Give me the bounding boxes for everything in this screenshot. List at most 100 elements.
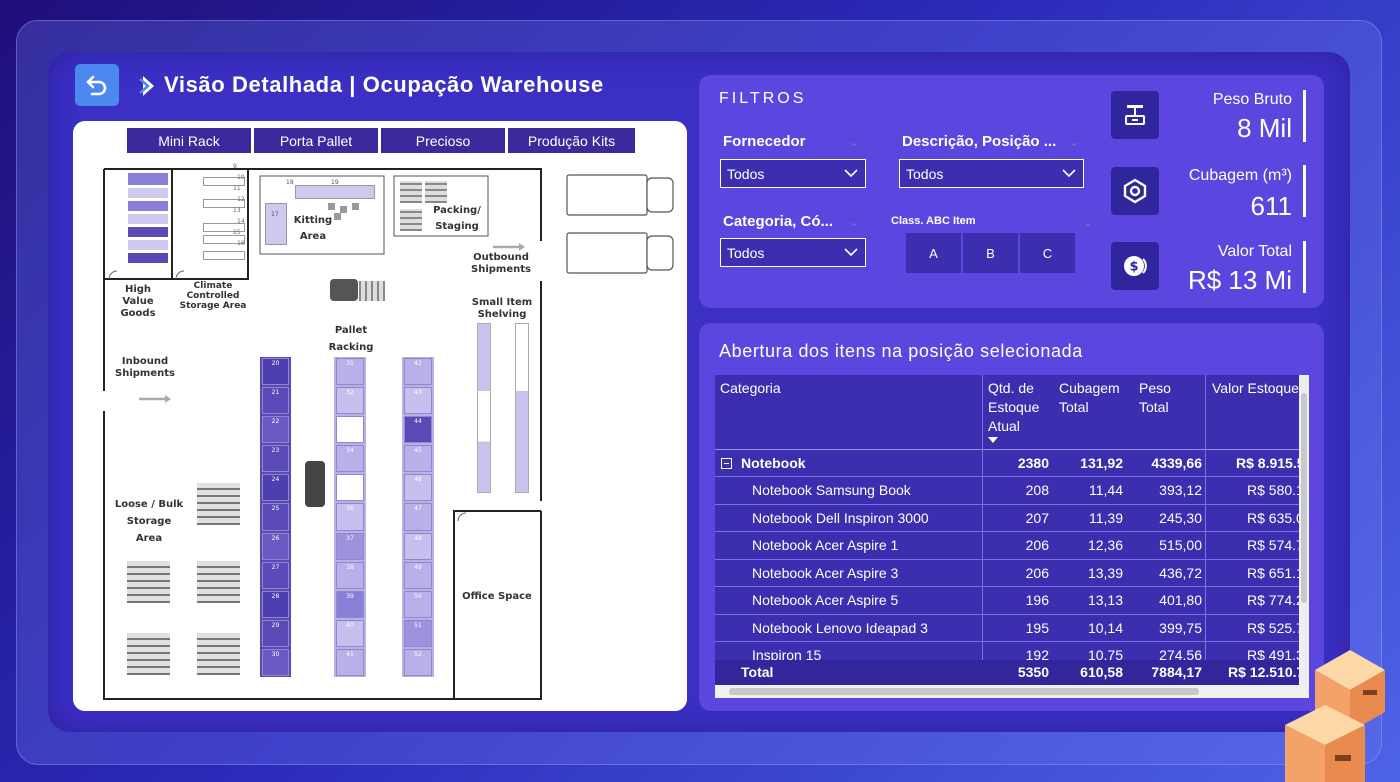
chevron-down-icon — [844, 248, 858, 257]
rack-position[interactable]: 27 — [262, 561, 289, 589]
rack-position[interactable]: 41 — [336, 648, 364, 676]
rack-position[interactable]: 21 — [262, 387, 289, 415]
label-outbound-shipments: Outbound Shipments — [471, 252, 531, 275]
rack-position[interactable]: 29 — [262, 619, 289, 647]
total-label: Total — [741, 664, 774, 680]
rack-position[interactable]: 37 — [336, 532, 364, 560]
rack-position[interactable]: 52 — [404, 648, 432, 676]
rack-position[interactable]: 31 — [336, 358, 364, 386]
rack-position[interactable]: 32 — [336, 387, 364, 415]
fornecedor-collapse-icon[interactable]: ⌄ — [849, 135, 859, 149]
rack-number: 22 — [271, 418, 280, 426]
table-row[interactable]: Notebook Lenovo Ideapad 3 195 10,14 399,75 R… — [715, 613, 1309, 641]
rack-position[interactable]: 34 — [336, 445, 364, 473]
rack-position[interactable]: 47 — [404, 503, 432, 531]
pallet-rack-column-a[interactable]: 20 21 22 23 24 25 26 27 28 29 30 — [260, 357, 291, 677]
pallet-rack-column-b[interactable]: 31 32 33 34 35 36 37 38 39 40 41 — [334, 357, 366, 677]
rack-number: 38 — [346, 563, 354, 571]
back-arrow-icon — [86, 75, 107, 96]
categoria-value: Todos — [727, 245, 765, 261]
table-row[interactable]: Notebook Acer Aspire 3 206 13,39 436,72 R$ 6… — [715, 558, 1309, 586]
rack-position[interactable]: 28 — [262, 590, 289, 618]
row-valor: R$ 580.1 — [1247, 482, 1304, 498]
rack-position[interactable]: 38 — [336, 561, 364, 589]
rack-position[interactable]: 46 — [404, 474, 432, 502]
rack-position[interactable]: 30 — [262, 648, 289, 676]
header-peso[interactable]: Peso Total — [1139, 379, 1185, 417]
table-row[interactable]: Notebook Dell Inspiron 3000 207 11,39 245,3… — [715, 503, 1309, 531]
back-button[interactable] — [75, 64, 119, 106]
header-valor[interactable]: Valor Estoque — [1212, 379, 1299, 398]
rack-position[interactable]: 44 — [404, 416, 432, 444]
rack-number: 36 — [346, 505, 354, 513]
collapse-icon[interactable] — [721, 458, 732, 469]
bulk-pallet — [197, 561, 240, 603]
bulk-pallet — [127, 633, 170, 675]
rack-position[interactable]: 39 — [336, 590, 364, 618]
table-row[interactable]: Notebook Acer Aspire 1 206 12,36 515,00 R$ 5… — [715, 531, 1309, 558]
small-item-shelving-right[interactable] — [515, 323, 529, 493]
categoria-select[interactable]: Todos — [720, 238, 866, 267]
rack-position[interactable]: 51 — [404, 619, 432, 647]
horizontal-scrollbar[interactable] — [715, 685, 1309, 698]
rack-position[interactable]: 45 — [404, 445, 432, 473]
page-title: Visão Detalhada | Ocupação Warehouse — [164, 72, 604, 97]
cubagem-value: 611 — [1250, 191, 1292, 221]
abc-collapse-icon[interactable]: ⌄ — [1083, 215, 1093, 229]
table-row[interactable]: Notebook Samsung Book 208 11,44 393,12 R$ 58… — [715, 476, 1309, 503]
small-item-shelving-left[interactable] — [477, 323, 491, 493]
rack-position[interactable]: 48 — [404, 532, 432, 560]
valor-total-label: Valor Total — [1217, 243, 1292, 260]
chevron-down-icon — [1062, 169, 1076, 178]
total-peso: 7884,17 — [1151, 664, 1202, 680]
pallet-rack-column-c[interactable]: 42 43 44 45 46 47 48 49 50 51 52 — [402, 357, 434, 677]
scroll-thumb[interactable] — [729, 688, 1199, 695]
total-cubagem: 610,58 — [1080, 664, 1123, 680]
items-matrix[interactable]: Categoria Qtd. de Estoque Atual Cubagem … — [715, 375, 1309, 698]
abc-button-b[interactable]: B — [963, 233, 1018, 273]
label-office-space: Office Space — [462, 591, 532, 602]
group-qtd: 2380 — [1017, 455, 1049, 471]
rack-position[interactable]: 43 — [404, 387, 432, 415]
rack-position[interactable]: 20 — [262, 358, 289, 386]
sort-desc-icon[interactable] — [988, 437, 998, 443]
rack-number: 45 — [414, 447, 422, 455]
row-cubagem: 12,36 — [1087, 537, 1123, 553]
rack-position[interactable]: 26 — [262, 532, 289, 560]
fornecedor-select[interactable]: Todos — [720, 159, 866, 188]
vertical-scrollbar[interactable] — [1299, 375, 1309, 685]
rack-position[interactable]: 36 — [336, 503, 364, 531]
table-row[interactable]: Notebook Acer Aspire 5 196 13,13 401,80 R$ 7… — [715, 586, 1309, 613]
descricao-select[interactable]: Todos — [899, 159, 1084, 188]
descricao-collapse-icon[interactable]: ⌄ — [1069, 135, 1079, 149]
row-name: Notebook Acer Aspire 3 — [752, 564, 899, 581]
categoria-collapse-icon[interactable]: ⌄ — [849, 215, 859, 229]
rack-position[interactable]: 42 — [404, 358, 432, 386]
header-qtd[interactable]: Qtd. de Estoque Atual — [988, 379, 1050, 436]
rack-number: 30 — [271, 650, 280, 658]
rack-position[interactable]: 40 — [336, 619, 364, 647]
rack-position[interactable]: 25 — [262, 503, 289, 531]
abc-button-a[interactable]: A — [906, 233, 961, 273]
boxes-illustration — [1285, 650, 1385, 782]
rack-position[interactable]: 24 — [262, 474, 289, 502]
abc-button-c[interactable]: C — [1020, 233, 1075, 273]
bulk-pallet — [197, 483, 240, 525]
rack-position[interactable]: 22 — [262, 416, 289, 444]
table-row-group[interactable]: Notebook 2380 131,92 4339,66 R$ 8.915.5 — [715, 449, 1309, 476]
kitting-number: 18 — [286, 179, 294, 186]
scroll-thumb[interactable] — [1301, 393, 1307, 603]
row-qtd: 196 — [1025, 592, 1049, 608]
rack-position[interactable]: 35 — [336, 474, 364, 502]
rack-position[interactable]: 49 — [404, 561, 432, 589]
rack-position[interactable]: 50 — [404, 590, 432, 618]
warehouse-floor-plan[interactable]: Mini Rack Porta Pallet Precioso Produção… — [73, 121, 687, 711]
header-cubagem[interactable]: Cubagem Total — [1059, 379, 1129, 417]
header-categoria[interactable]: Categoria — [720, 379, 781, 398]
rack-position[interactable]: 33 — [336, 416, 364, 444]
kitting-bench[interactable] — [295, 185, 375, 199]
kitting-station[interactable] — [265, 203, 287, 245]
kpi-icon-box — [1111, 91, 1159, 139]
mini-rack-bins[interactable] — [128, 173, 168, 273]
rack-position[interactable]: 23 — [262, 445, 289, 473]
